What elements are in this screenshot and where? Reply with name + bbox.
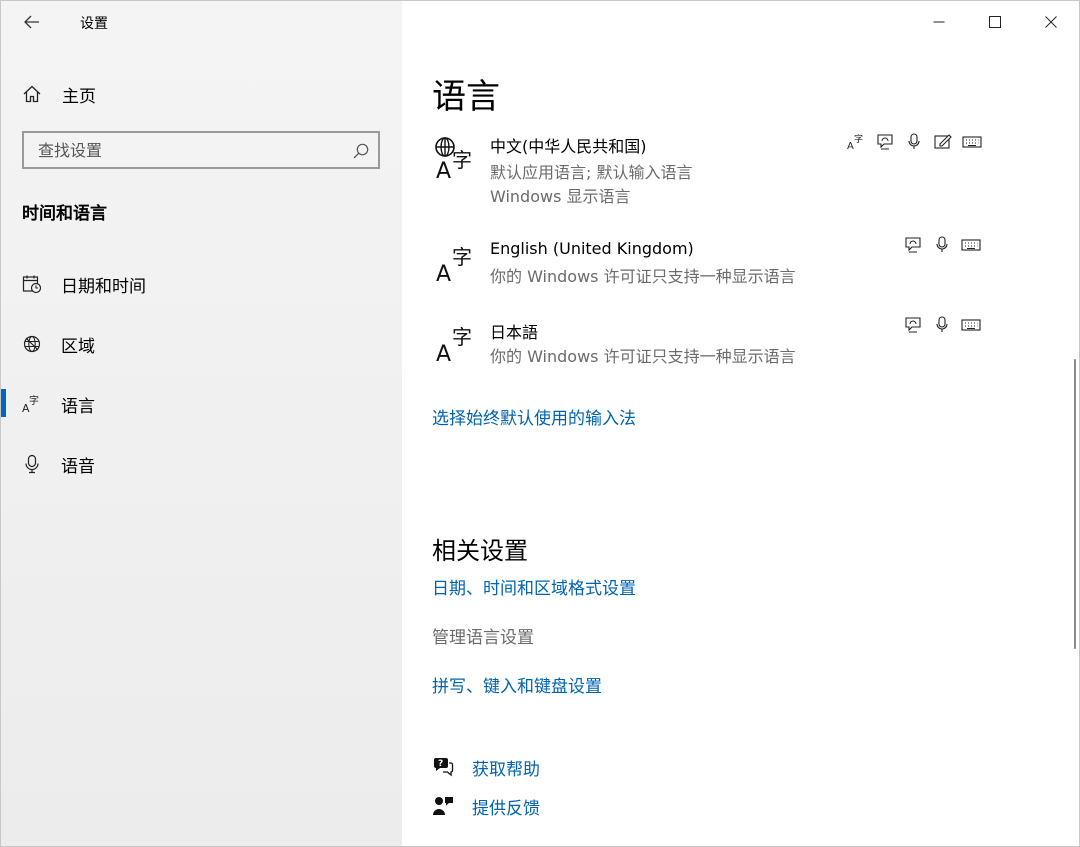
language-description: 你的 Windows 许可证只支持一种显示语言 — [490, 347, 796, 366]
svg-text:A: A — [436, 262, 451, 287]
svg-text:字: 字 — [452, 325, 472, 349]
related-settings-title: 相关设置 — [432, 537, 528, 565]
text-to-speech-icon — [902, 236, 924, 254]
calendar-clock-icon — [21, 273, 43, 295]
sidebar-item-language[interactable]: A 字 语言 — [1, 389, 402, 419]
feedback-person-icon — [432, 795, 454, 817]
main-content: 语言 A 字 中文(中华人民共和国) 默认应用语言; 默认输入语言 Window… — [402, 1, 1079, 846]
choose-default-input-link[interactable]: 选择始终默认使用的输入法 — [432, 404, 636, 429]
feedback-row[interactable]: 提供反馈 — [432, 794, 540, 819]
get-help-row[interactable]: ? 获取帮助 — [432, 755, 540, 780]
keyboard-icon — [960, 316, 982, 334]
handwriting-icon — [932, 133, 954, 151]
language-description: 你的 Windows 许可证只支持一种显示语言 — [490, 267, 796, 286]
language-icon: A 字 — [21, 393, 43, 415]
speech-recognition-icon — [903, 133, 925, 151]
home-icon — [21, 83, 43, 105]
sidebar-item-date-time[interactable]: 日期和时间 — [1, 269, 402, 299]
app-title: 设置 — [80, 16, 108, 32]
svg-text:字: 字 — [854, 133, 863, 145]
svg-text:?: ? — [438, 759, 443, 769]
svg-text:字: 字 — [452, 245, 472, 269]
display-language-icon: A字 — [845, 133, 867, 151]
search-icon[interactable] — [352, 142, 370, 160]
speech-recognition-icon — [931, 316, 953, 334]
svg-text:A: A — [436, 342, 451, 367]
help-chat-icon: ? — [432, 756, 454, 778]
speech-recognition-icon — [931, 236, 953, 254]
manage-language-settings-link[interactable]: 管理语言设置 — [432, 623, 534, 648]
back-arrow-icon — [24, 15, 39, 29]
language-features — [902, 236, 982, 254]
sidebar-item-speech[interactable]: 语音 — [1, 449, 402, 479]
svg-text:A: A — [436, 159, 451, 181]
sidebar-item-region[interactable]: 区域 — [1, 329, 402, 359]
scrollbar[interactable] — [1074, 359, 1076, 649]
svg-text:字: 字 — [29, 394, 39, 407]
spelling-typing-keyboard-link[interactable]: 拼写、键入和键盘设置 — [432, 672, 602, 697]
search-input[interactable] — [24, 133, 358, 167]
search-box — [22, 131, 380, 169]
sidebar-section-title: 时间和语言 — [22, 204, 107, 224]
sidebar-item-label: 主页 — [62, 86, 96, 107]
text-to-speech-icon — [902, 316, 924, 334]
microphone-icon — [21, 453, 43, 475]
sidebar-item-label: 语音 — [61, 456, 95, 477]
title-bar: 设置 — [1, 1, 402, 43]
page-title: 语言 — [432, 77, 500, 117]
svg-text:A: A — [847, 141, 854, 151]
sidebar-item-label: 日期和时间 — [61, 276, 146, 297]
language-features — [902, 316, 982, 334]
sidebar: 设置 主页 时间和语言 — [1, 1, 402, 846]
language-description: 默认应用语言; 默认输入语言 — [490, 163, 693, 182]
back-button[interactable] — [15, 9, 49, 35]
feedback-label: 提供反馈 — [472, 798, 540, 819]
language-name: 中文(中华人民共和国) — [490, 137, 647, 156]
display-language-glyph-icon: A 字 — [435, 137, 472, 181]
language-glyph-icon: A 字 — [436, 325, 472, 367]
language-name: 日本語 — [490, 323, 539, 342]
language-glyph-icon: A 字 — [436, 245, 472, 287]
keyboard-icon — [960, 236, 982, 254]
svg-text:字: 字 — [452, 148, 472, 172]
sidebar-item-label: 区域 — [61, 336, 95, 357]
settings-window: 设置 主页 时间和语言 — [0, 0, 1080, 847]
date-region-format-link[interactable]: 日期、时间和区域格式设置 — [432, 574, 636, 599]
language-description: Windows 显示语言 — [490, 187, 631, 206]
language-features: A字 — [845, 133, 983, 151]
language-name: English (United Kingdom) — [490, 239, 694, 258]
sidebar-item-home[interactable]: 主页 — [1, 79, 402, 109]
globe-region-icon — [21, 333, 43, 355]
text-to-speech-icon — [874, 133, 896, 151]
get-help-label: 获取帮助 — [472, 759, 540, 780]
keyboard-icon — [961, 133, 983, 151]
sidebar-item-label: 语言 — [61, 396, 95, 417]
